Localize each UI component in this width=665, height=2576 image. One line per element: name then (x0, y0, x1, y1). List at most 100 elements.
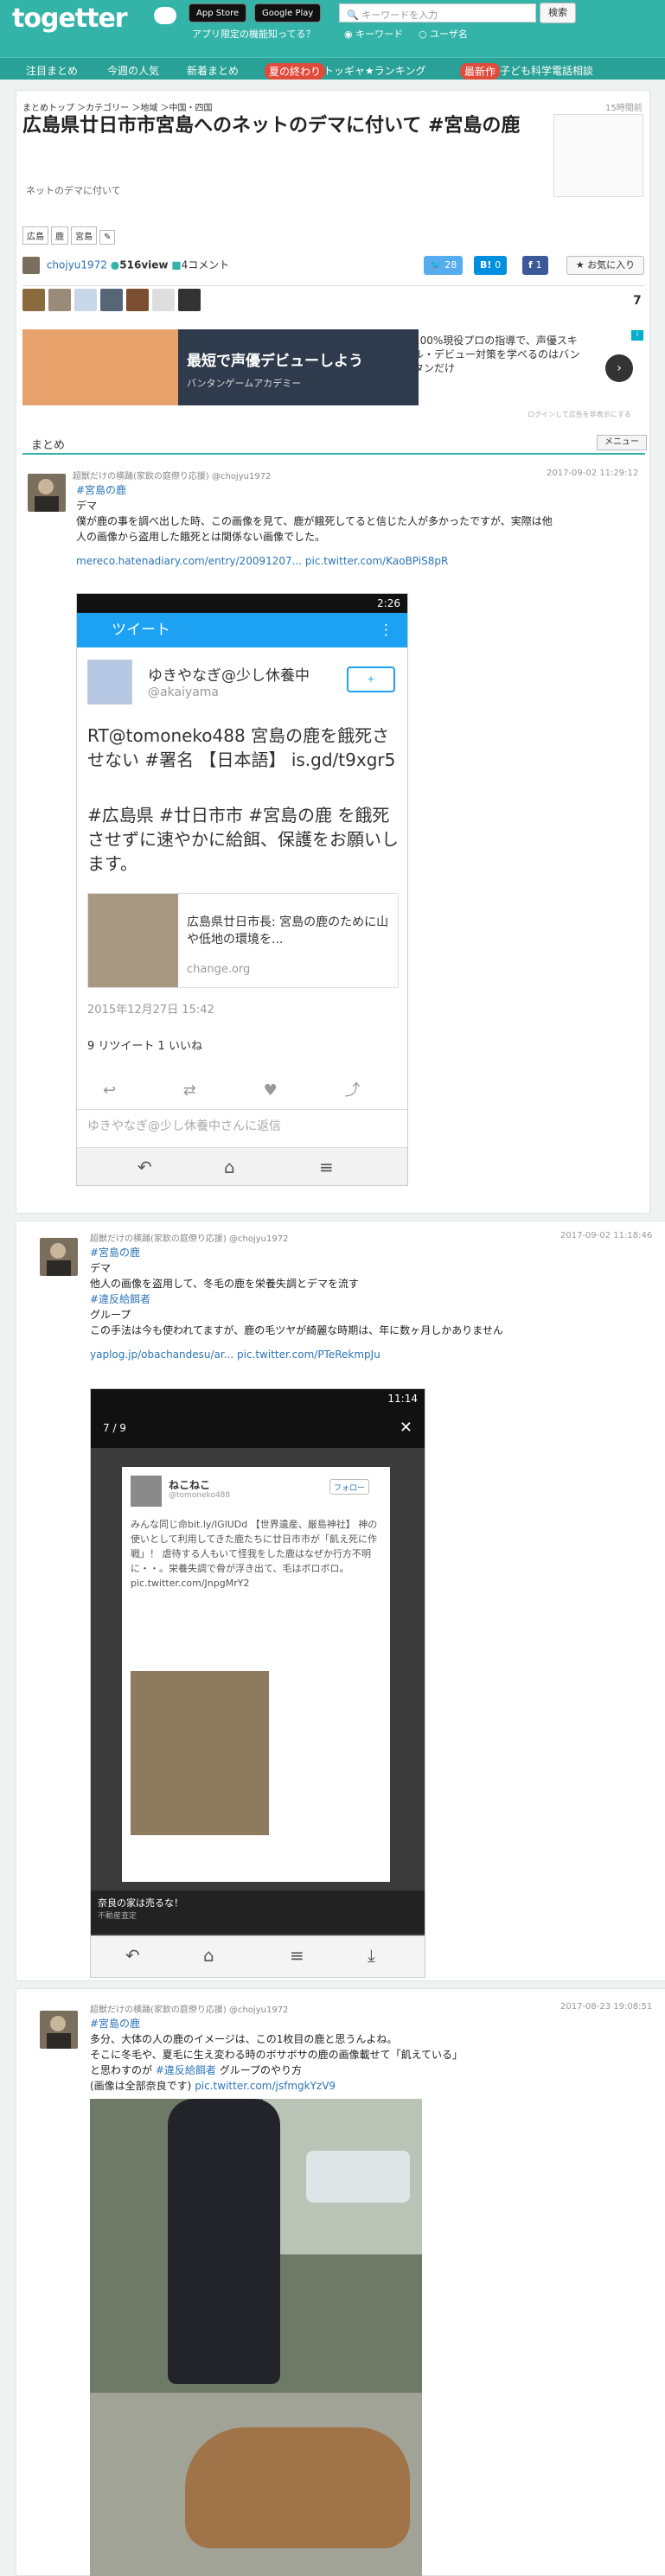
avatar (87, 660, 132, 705)
radio-user[interactable]: ○ ユーザ名 (419, 27, 468, 41)
user-icon: ● (110, 258, 120, 271)
hatena-button[interactable]: B! 0 (474, 256, 508, 275)
tag-list: 広島鹿宮島 ✎ (22, 226, 118, 245)
follow-pill: フォロー (329, 1479, 370, 1495)
facebook-button[interactable]: f 1 (522, 256, 548, 275)
android-nav: ↶ ⌂ ≡ (77, 1147, 407, 1185)
avatar[interactable] (22, 257, 40, 274)
breadcrumb[interactable]: まとめトップ ＞カテゴリー ＞地域 ＞中国・四国 (22, 100, 213, 113)
nav-item-ranking[interactable]: トッギャ★ランキング (323, 63, 425, 78)
logo-bubble-icon (154, 7, 176, 24)
tweet-body: #宮島の鹿 多分、大体の人の鹿のイメージは、この1枚目の鹿と思うんよね。 そこに… (90, 2018, 464, 2092)
tweet-body: #宮島の鹿 デマ 他人の画像を盗用して、冬毛の鹿を栄養失調とデマを流す #違反給… (90, 1245, 643, 1362)
embed-handle: @tomoneko488 (169, 1491, 231, 1500)
radio-keyword[interactable]: ◉ キーワード (344, 27, 403, 41)
nav-item-weekly[interactable]: 今週の人気 (107, 63, 159, 78)
download-icon: ⤓ (368, 1945, 375, 1966)
ad-arrow-icon[interactable]: › (605, 354, 633, 382)
back-icon: ↶ (137, 1157, 152, 1177)
article-timestamp: 15時間前 (605, 104, 643, 113)
avatar[interactable] (178, 289, 201, 311)
nav-badge-summer: 夏の終わり (265, 63, 326, 80)
tweet-author[interactable]: 超獣だけの横踊(家飲の庭僚り応援) @chojyu1972 (90, 2002, 288, 2015)
tweet-author[interactable]: 超獣だけの横踊(家飲の庭僚り応援) @chojyu1972 (90, 1231, 288, 1244)
avatar[interactable] (74, 289, 97, 311)
avatar[interactable] (100, 289, 123, 311)
google-play-badge[interactable]: Google Play (254, 3, 322, 22)
ad-text[interactable]: 100%現役プロの指導で、声優スキル・デビュー対策を学べるのはバンタンだけ (413, 334, 586, 375)
comment-count[interactable]: 4コメント (182, 259, 230, 271)
avatar[interactable] (40, 2011, 78, 2049)
tweet-embed: ねこねこ @tomoneko488 フォロー みんな同じ命bit.ly/lGlU… (122, 1467, 390, 1882)
card-photo (88, 894, 178, 987)
nav-item-new[interactable]: 新着まとめ (187, 63, 239, 78)
page-title: 広島県廿日市市宮島へのネットのデマに付いて #宮島の鹿 (22, 115, 521, 137)
avatar[interactable] (40, 1238, 78, 1276)
tweet-photo[interactable] (90, 2099, 422, 2576)
tweet-author[interactable]: 超獣だけの横踊(家飲の庭僚り応援) @chojyu1972 (73, 469, 271, 481)
tweet-link[interactable]: yaplog.jp/obachandesu/ar... pic.twitter.… (90, 1347, 643, 1362)
card-site: change.org (187, 963, 251, 976)
hashtag-link[interactable]: #違反給餌者 (156, 2064, 216, 2076)
sidebar-thumb[interactable] (553, 114, 643, 197)
hashtag-link[interactable]: #宮島の鹿 (90, 1247, 140, 1259)
reply-box: ゆきやなぎ@少し休養中さんに返信 (77, 1109, 407, 1140)
tweet-date[interactable]: 2017-08-23 19:08:51 (560, 2002, 652, 2012)
edit-tags-icon[interactable]: ✎ (99, 230, 116, 245)
search-input[interactable]: 🔍 キーワードを入力 (339, 3, 536, 22)
avatar[interactable] (28, 474, 66, 512)
screenshot-image[interactable]: 2:26 ツイート ⋮ ゆきやなぎ@少し休養中 @akaiyama + RT@to… (76, 593, 408, 1186)
deer-shape (185, 2427, 410, 2548)
tweet-link[interactable]: mereco.hatenadiary.com/entry/20091207...… (76, 553, 647, 569)
phone-retweets: 9 リツイート 1 いいね (87, 1040, 202, 1053)
hashtag-link[interactable]: #宮島の鹿 (90, 2018, 140, 2030)
avatar[interactable] (152, 289, 175, 311)
nav-item-science[interactable]: 子ども科学電話相談 (500, 63, 593, 78)
twitter-top-bar: ツイート ⋮ (77, 613, 407, 647)
ad-banner[interactable]: 最短で声優デビューしよう バンタンゲームアカデミー (22, 329, 419, 405)
person-shape (168, 2099, 280, 2384)
avatar[interactable] (48, 289, 71, 311)
menu-icon: ≡ (319, 1157, 334, 1177)
close-icon: ✕ (399, 1419, 412, 1437)
tag-item[interactable]: 鹿 (51, 226, 68, 245)
author-link[interactable]: chojyu1972 (47, 259, 107, 271)
phone-handle: @akaiyama (148, 685, 219, 699)
avatar[interactable] (22, 289, 45, 311)
app-store-badge[interactable]: App Store (189, 3, 247, 22)
ad-illustration (22, 329, 178, 405)
section-title: まとめ (31, 439, 66, 452)
hatena-icon: B! (480, 259, 496, 271)
tweet-date[interactable]: 2017-09-02 11:18:46 (560, 1231, 652, 1240)
avatar (131, 1476, 162, 1507)
phone-date: 2015年12月27日 15:42 (87, 1004, 214, 1017)
favorite-count: 7 (633, 294, 642, 308)
screenshot-image[interactable]: 11:14 7 / 9 ✕ ねこねこ @tomoneko488 フォロー みんな同… (90, 1388, 425, 1978)
main-nav: 注目まとめ 今週の人気 新着まとめ 夏の終わり トッギャ★ランキング 最新作 子… (0, 57, 665, 80)
tweet-date[interactable]: 2017-09-02 11:29:12 (547, 469, 638, 478)
embed-text: みんな同じ命bit.ly/lGlUDd 【世界遺産、厳島神社】 神の使いとして利… (131, 1519, 378, 1589)
twitter-icon: 🐦 (430, 259, 445, 271)
app-tagline[interactable]: アプリ限定の機能知ってる？ (192, 27, 315, 41)
togetter-logo[interactable]: togetter (12, 3, 128, 34)
phone-text-2: #広島県 #廿日市市 #宮島の鹿 を餓死させずに速やかに給餌、保護をお願いします… (87, 805, 399, 874)
nav-item-featured[interactable]: 注目まとめ (26, 63, 78, 78)
home-icon: ⌂ (224, 1157, 235, 1177)
tag-item[interactable]: 宮島 (71, 226, 97, 245)
search-icon: 🔍 (347, 10, 362, 21)
nav-badge-new: 最新作 (460, 63, 501, 80)
hashtag-link[interactable]: #違反給餌者 (90, 1293, 150, 1305)
search-button[interactable]: 検索 (540, 3, 576, 23)
pager-bar: 7 / 9 ✕ (91, 1408, 425, 1448)
ad-login-note[interactable]: ログインして広告を非表示にする (528, 410, 631, 419)
tweet-button[interactable]: 🐦 28 (424, 256, 464, 275)
status-bar: 11:14 (91, 1389, 425, 1408)
tag-item[interactable]: 広島 (22, 226, 48, 245)
action-icons: ↩ ⇄ ♥ ⤴ (103, 1081, 361, 1100)
hashtag-link[interactable]: #宮島の鹿 (76, 484, 126, 496)
menu-button[interactable]: メニュー (597, 435, 647, 450)
favorite-button[interactable]: ★ お気に入り (566, 256, 644, 275)
tweet-link[interactable]: pic.twitter.com/jsfmgkYzV9 (195, 2080, 336, 2092)
avatar[interactable] (126, 289, 149, 311)
adchoices-icon[interactable]: i (631, 330, 643, 341)
